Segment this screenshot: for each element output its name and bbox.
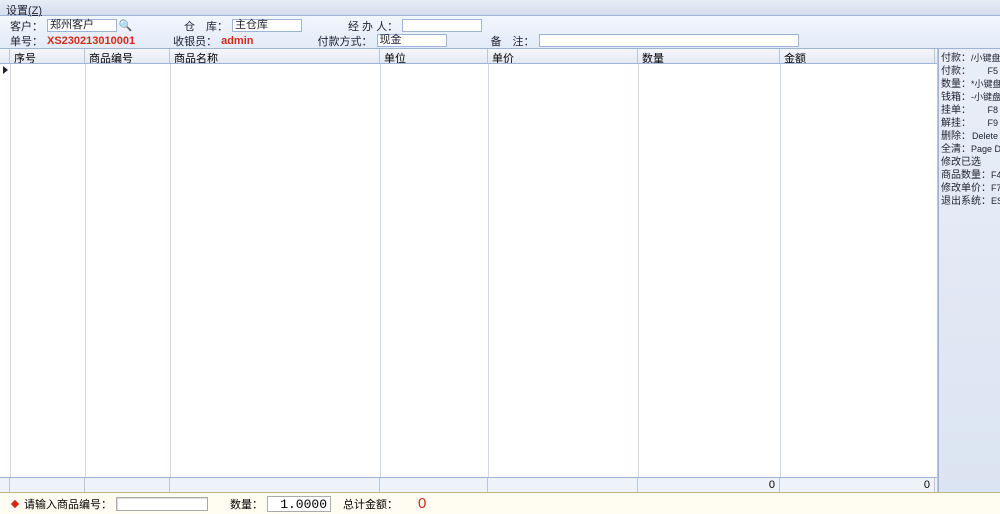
remark-label: 备 注：: [491, 33, 535, 49]
paymode-label: 付款方式：: [318, 33, 373, 49]
sc-k: 退出系统：: [941, 195, 991, 208]
menubar: 设置(Z): [0, 0, 1000, 16]
prompt-label: 请输入商品编号：: [24, 496, 112, 512]
grid: 序号 商品编号 商品名称 单位 单价 数量 金额 0 0: [0, 49, 938, 492]
shortcut-panel: 付款：/小键盘 付款： F5 数量：*小键盘 钱箱：-小键盘 挂单： F8 解挂： F…: [938, 49, 1000, 492]
col-unit[interactable]: 单位: [380, 49, 488, 63]
menu-settings-label: 设置: [6, 5, 28, 17]
sc-k: 修改已选: [941, 156, 981, 169]
sc-k: 数量：: [941, 78, 971, 91]
menu-settings[interactable]: 设置(Z): [6, 5, 42, 17]
cashier-label: 收银员：: [173, 33, 217, 49]
sc-v: F7: [991, 182, 1000, 195]
total-value: 0: [418, 496, 426, 511]
sc-v: -小键盘: [971, 91, 1000, 104]
warehouse-label: 仓 库：: [184, 18, 228, 34]
diamond-icon: [11, 499, 19, 507]
qty-label: 数量：: [230, 496, 263, 512]
col-seq[interactable]: 序号: [10, 49, 85, 63]
orderno-value: XS230213010001: [47, 35, 135, 47]
total-label: 总计金额：: [343, 496, 398, 512]
col-name[interactable]: 商品名称: [170, 49, 380, 63]
cashier-value: admin: [221, 35, 253, 47]
remark-input[interactable]: [539, 34, 799, 47]
sc-k: 全清：: [941, 143, 971, 156]
col-code[interactable]: 商品编号: [85, 49, 170, 63]
topbar: 客户： 郑州客户🔍 仓 库： 主仓库 经 办 人： 单号： XS23021301000…: [0, 16, 1000, 49]
row-indicator-icon: [3, 66, 8, 74]
sc-v: Page Down: [971, 143, 1000, 156]
sc-k: 删除：: [941, 130, 971, 143]
paymode-input[interactable]: 现金: [377, 34, 447, 47]
qty-input[interactable]: 1.0000: [267, 496, 331, 512]
total-amount: 0: [780, 478, 935, 492]
total-qty: 0: [638, 478, 780, 492]
sc-k: 解挂：: [941, 117, 971, 130]
customer-input[interactable]: 郑州客户: [47, 19, 117, 32]
sc-v: F4: [991, 169, 1000, 182]
col-amount[interactable]: 金额: [780, 49, 935, 63]
sc-k: 付款：: [941, 65, 971, 78]
search-icon[interactable]: 🔍: [119, 19, 132, 32]
menu-settings-hotkey: (Z): [28, 5, 42, 17]
sc-k: 商品数量：: [941, 169, 991, 182]
grid-header: 序号 商品编号 商品名称 单位 单价 数量 金额: [0, 49, 937, 64]
handler-input[interactable]: [402, 19, 482, 32]
sc-v: F8: [987, 104, 998, 117]
sc-k: 修改单价：: [941, 182, 991, 195]
footer: 请输入商品编号： 数量： 1.0000 总计金额： 0: [0, 492, 1000, 514]
product-code-input[interactable]: [116, 497, 208, 511]
sc-v: F5: [987, 65, 998, 78]
sc-v: F9: [987, 117, 998, 130]
sc-k: 挂单：: [941, 104, 971, 117]
col-qty[interactable]: 数量: [638, 49, 780, 63]
orderno-label: 单号：: [10, 33, 43, 49]
col-price[interactable]: 单价: [488, 49, 638, 63]
grid-body[interactable]: [0, 64, 937, 477]
warehouse-input[interactable]: 主仓库: [232, 19, 302, 32]
sc-k: 付款：: [941, 52, 971, 65]
sc-v: *小键盘: [971, 78, 1000, 91]
col-marker: [0, 49, 10, 63]
sc-v: Delete: [972, 130, 998, 143]
handler-label: 经 办 人：: [348, 18, 398, 34]
customer-label: 客户：: [10, 18, 43, 34]
grid-totals: 0 0: [0, 477, 937, 492]
sc-k: 钱箱：: [941, 91, 971, 104]
sc-v: /小键盘: [971, 52, 1000, 65]
sc-v: ESC: [991, 195, 1000, 208]
